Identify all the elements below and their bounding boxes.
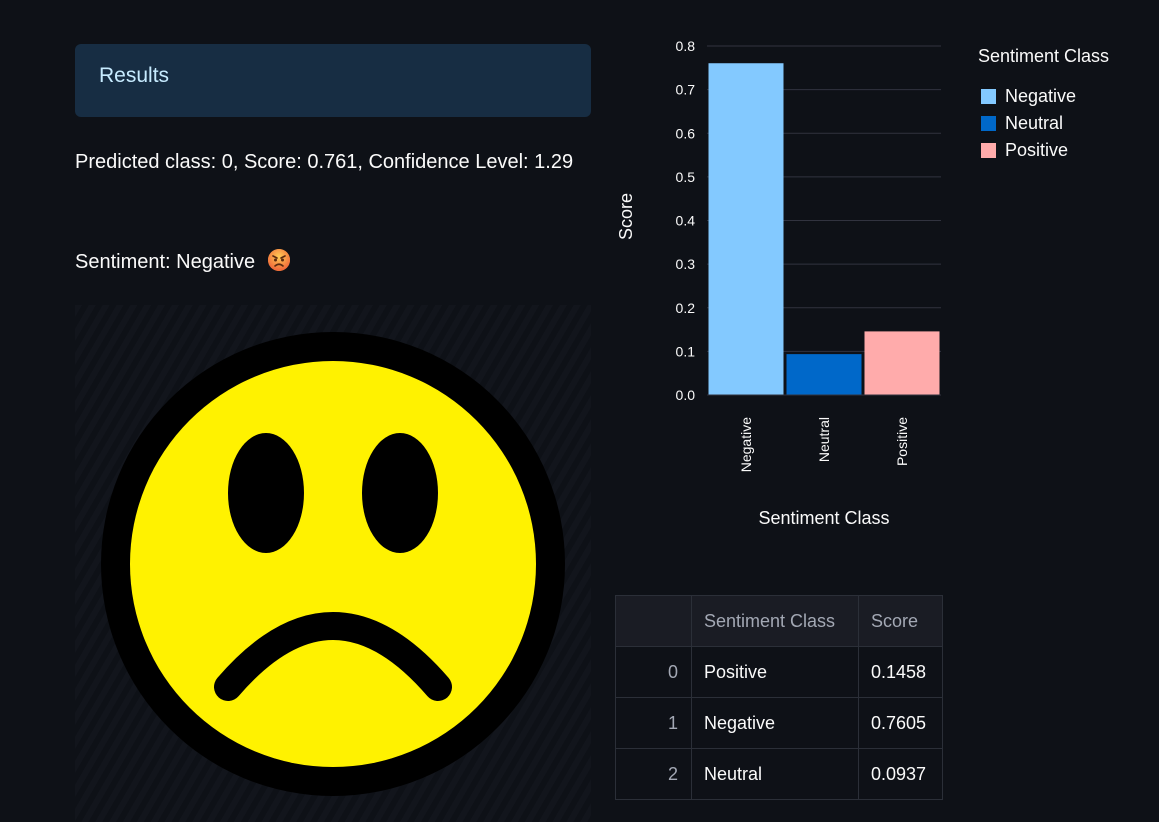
y-axis-title: Score xyxy=(616,193,636,240)
legend-swatch-neutral xyxy=(981,116,996,131)
table-row: 1 Negative 0.7605 xyxy=(615,697,943,749)
legend-label-positive: Positive xyxy=(1005,140,1069,160)
y-tick-label: 0.6 xyxy=(676,125,696,141)
table-cell-index[interactable]: 1 xyxy=(615,697,692,749)
y-tick-label: 0.8 xyxy=(676,38,696,54)
table-row: 2 Neutral 0.0937 xyxy=(615,748,943,800)
sentiment-image xyxy=(75,305,591,822)
results-title: Results xyxy=(99,64,170,87)
legend-label-neutral: Neutral xyxy=(1005,113,1064,133)
legend-swatch-positive xyxy=(981,143,996,158)
table-cell-score[interactable]: 0.0937 xyxy=(858,748,943,800)
app-page: Results Predicted class: 0, Score: 0.761… xyxy=(0,0,1159,822)
legend-title: Sentiment Class xyxy=(978,46,1110,66)
bar-neutral xyxy=(786,354,862,395)
bar-positive xyxy=(864,331,940,395)
y-tick-label: 0.5 xyxy=(676,169,696,185)
prediction-text: Predicted class: 0, Score: 0.761, Confid… xyxy=(75,151,574,173)
table-cell-class[interactable]: Neutral xyxy=(691,748,859,800)
table-cell-score[interactable]: 0.1458 xyxy=(858,646,943,698)
y-tick-label: 0.3 xyxy=(676,256,696,272)
legend-item-negative: Negative xyxy=(981,86,1076,106)
sentiment-bar-chart: 0.0 0.1 0.2 0.3 0.4 0.5 0.6 0.7 0.8 Negative Neutr… xyxy=(616,38,941,528)
sentiment-line: Sentiment: Negative xyxy=(75,246,291,278)
table-cell-index[interactable]: 2 xyxy=(615,748,692,800)
scores-table: Sentiment Class Score 0 Positive 0.1458 … xyxy=(615,595,943,800)
table-header-row: Sentiment Class Score xyxy=(615,595,943,647)
table-header-index[interactable] xyxy=(615,595,692,647)
table-header-sentiment-class[interactable]: Sentiment Class xyxy=(691,595,859,647)
legend-label-negative: Negative xyxy=(1005,86,1077,106)
sentiment-text: Sentiment: Negative xyxy=(75,251,256,273)
table-cell-index[interactable]: 0 xyxy=(615,646,692,698)
table-row: 0 Positive 0.1458 xyxy=(615,646,943,698)
legend-swatch-negative xyxy=(981,89,996,104)
table-header-score[interactable]: Score xyxy=(858,595,943,647)
y-tick-label: 0.1 xyxy=(676,343,696,359)
y-tick-label: 0.4 xyxy=(676,213,696,229)
y-tick-label: 0.7 xyxy=(676,82,696,98)
x-tick-label: Negative xyxy=(738,417,754,472)
table-cell-class[interactable]: Negative xyxy=(691,697,859,749)
results-header-box: Results xyxy=(75,44,591,117)
x-tick-label: Positive xyxy=(894,417,910,466)
sad-face-icon xyxy=(101,332,565,796)
x-axis-title: Sentiment Class xyxy=(758,508,889,528)
bar-negative xyxy=(708,63,784,395)
table-cell-class[interactable]: Positive xyxy=(691,646,859,698)
legend-item-neutral: Neutral xyxy=(981,113,1063,133)
y-tick-label: 0.0 xyxy=(676,387,696,403)
y-tick-label: 0.2 xyxy=(676,300,696,316)
angry-face-icon xyxy=(267,248,291,272)
x-tick-label: Neutral xyxy=(816,417,832,462)
table-cell-score[interactable]: 0.7605 xyxy=(858,697,943,749)
legend-item-positive: Positive xyxy=(981,140,1068,160)
